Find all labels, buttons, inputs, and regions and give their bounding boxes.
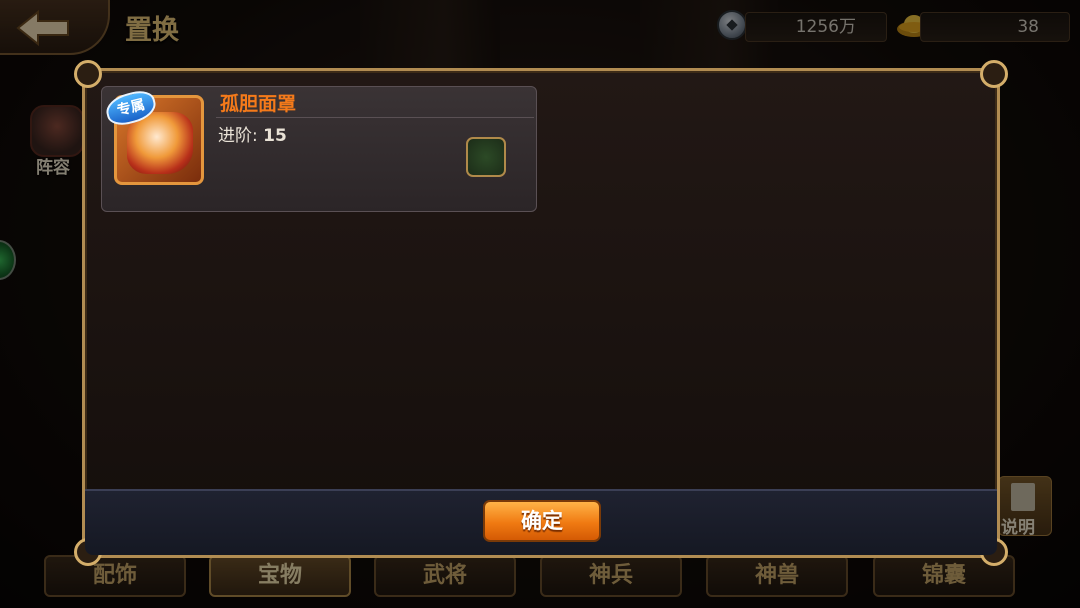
item-level: 进阶: 15 <box>218 121 287 146</box>
item-card[interactable]: 专属 孤胆面罩 进阶: 15 <box>101 86 537 212</box>
dialog-corner-ornament <box>74 60 102 88</box>
item-divider <box>216 117 534 118</box>
swap-dialog: 专属 孤胆面罩 进阶: 15 确定 <box>74 60 1008 566</box>
confirm-button[interactable]: 确定 <box>483 500 601 542</box>
item-level-label: 进阶: <box>218 126 258 146</box>
dialog-footer: 确定 <box>85 489 997 555</box>
item-level-value: 15 <box>263 126 287 146</box>
dialog-corner-ornament <box>980 60 1008 88</box>
item-select-checkbox[interactable] <box>466 137 506 177</box>
item-name: 孤胆面罩 <box>220 93 297 115</box>
